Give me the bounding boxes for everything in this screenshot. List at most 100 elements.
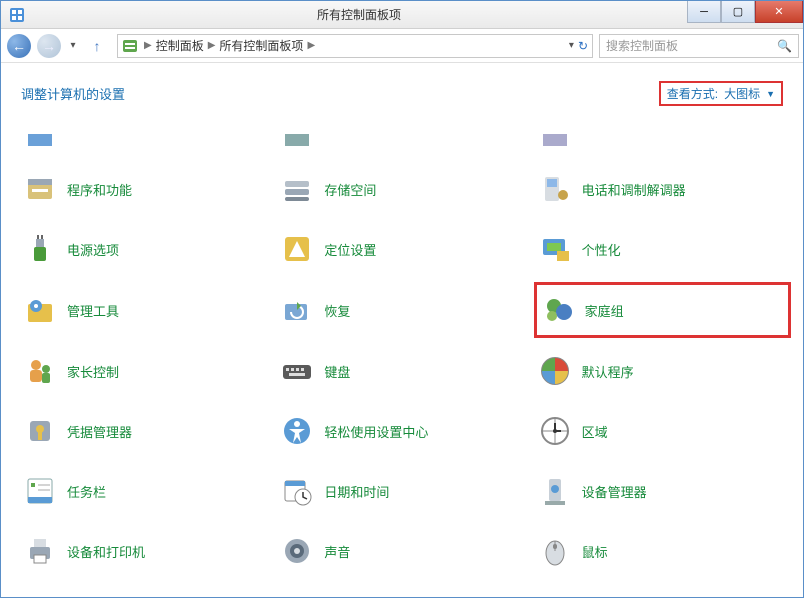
notification-icon — [281, 595, 313, 597]
item-label: 存储空间 — [324, 180, 376, 199]
chevron-icon: ▶ — [305, 40, 317, 51]
homegroup-icon — [542, 294, 574, 326]
address-icon — [122, 38, 138, 54]
minimize-button[interactable]: ─ — [687, 1, 721, 23]
chevron-down-icon: ▼ — [766, 89, 775, 99]
cp-item-device-manager[interactable]: 设备管理器 — [536, 470, 783, 512]
items-grid: 程序和功能 存储空间 电话和调制解调器 电源选项 定位设置 个性化 管理工具 恢… — [21, 132, 783, 597]
cp-item-sound[interactable]: 声音 — [278, 530, 525, 572]
cp-item-taskbar[interactable]: 任务栏 — [21, 470, 268, 512]
cp-item-sync-center[interactable]: 同步中心 — [536, 590, 783, 597]
search-input[interactable]: 搜索控制面板 🔍 — [599, 34, 799, 58]
cp-item-notification-icons[interactable]: 通知区域图标 — [278, 590, 525, 597]
address-bar[interactable]: ▶ 控制面板 ▶ 所有控制面板项 ▶ ▾ ↻ — [117, 34, 593, 58]
window-title: 所有控制面板项 — [31, 6, 687, 23]
programs-icon — [24, 173, 56, 205]
cp-item-power-options[interactable]: 电源选项 — [21, 228, 268, 270]
history-dropdown[interactable]: ▾ — [65, 40, 81, 51]
cp-item-devices-printers[interactable]: 设备和打印机 — [21, 530, 268, 572]
cp-item-partial[interactable] — [278, 132, 525, 150]
item-label: 鼠标 — [582, 542, 608, 561]
item-label: 轻松使用设置中心 — [324, 422, 428, 441]
cp-item-location[interactable]: 定位设置 — [278, 228, 525, 270]
close-button[interactable]: ✕ — [755, 1, 803, 23]
item-label: 恢复 — [324, 301, 350, 320]
control-panel-icon — [9, 7, 25, 23]
forward-button[interactable]: → — [35, 32, 63, 60]
location-icon — [281, 233, 313, 265]
chevron-icon: ▶ — [142, 40, 154, 51]
item-label: 程序和功能 — [67, 180, 132, 199]
refresh-button[interactable]: ↻ — [578, 39, 588, 53]
search-placeholder: 搜索控制面板 — [606, 37, 678, 54]
cp-item-programs-features[interactable]: 程序和功能 — [21, 168, 268, 210]
cp-item-partial[interactable] — [536, 132, 783, 150]
cp-item-personalization[interactable]: 个性化 — [536, 228, 783, 270]
default-programs-icon — [539, 355, 571, 387]
indexing-icon — [24, 595, 56, 597]
personalization-icon — [539, 233, 571, 265]
cp-item-credential-manager[interactable]: 凭据管理器 — [21, 410, 268, 452]
cp-item-phone-modem[interactable]: 电话和调制解调器 — [536, 168, 783, 210]
breadcrumb-control-panel[interactable]: 控制面板 — [154, 37, 206, 54]
item-label: 电源选项 — [67, 240, 119, 259]
item-label: 日期和时间 — [324, 482, 389, 501]
view-mode-selector[interactable]: 查看方式: 大图标 ▼ — [659, 81, 783, 106]
item-label: 设备管理器 — [582, 482, 647, 501]
device-manager-icon — [539, 475, 571, 507]
titlebar: 所有控制面板项 ─ ▢ ✕ — [1, 1, 803, 29]
item-label: 键盘 — [324, 362, 350, 381]
window-buttons: ─ ▢ ✕ — [687, 1, 803, 28]
generic-icon — [539, 134, 571, 146]
generic-icon — [281, 134, 313, 146]
power-icon — [24, 233, 56, 265]
recovery-icon — [281, 294, 313, 326]
item-label: 默认程序 — [582, 362, 634, 381]
address-dropdown[interactable]: ▾ — [569, 40, 574, 51]
cp-item-recovery[interactable]: 恢复 — [278, 288, 525, 332]
mouse-icon — [539, 535, 571, 567]
cp-item-default-programs[interactable]: 默认程序 — [536, 350, 783, 392]
datetime-icon — [281, 475, 313, 507]
maximize-button[interactable]: ▢ — [721, 1, 755, 23]
cp-item-homegroup[interactable]: 家庭组 — [534, 282, 791, 338]
up-button[interactable]: ↑ — [83, 32, 111, 60]
item-label: 凭据管理器 — [67, 422, 132, 441]
item-label: 设备和打印机 — [67, 542, 145, 561]
keyboard-icon — [281, 355, 313, 387]
cp-item-parental-controls[interactable]: 家长控制 — [21, 350, 268, 392]
cp-item-date-time[interactable]: 日期和时间 — [278, 470, 525, 512]
item-label: 区域 — [582, 422, 608, 441]
cp-item-mouse[interactable]: 鼠标 — [536, 530, 783, 572]
chevron-icon: ▶ — [206, 40, 218, 51]
breadcrumb-all-items[interactable]: 所有控制面板项 — [217, 37, 305, 54]
item-label: 电话和调制解调器 — [582, 180, 686, 199]
cp-item-admin-tools[interactable]: 管理工具 — [21, 288, 268, 332]
cp-item-keyboard[interactable]: 键盘 — [278, 350, 525, 392]
taskbar-icon — [24, 475, 56, 507]
cp-item-storage-spaces[interactable]: 存储空间 — [278, 168, 525, 210]
admin-tools-icon — [24, 294, 56, 326]
item-label: 管理工具 — [67, 301, 119, 320]
phone-icon — [539, 173, 571, 205]
storage-icon — [281, 173, 313, 205]
region-icon — [539, 415, 571, 447]
cp-item-region[interactable]: 区域 — [536, 410, 783, 452]
item-label: 声音 — [324, 542, 350, 561]
content-header: 调整计算机的设置 查看方式: 大图标 ▼ — [21, 81, 783, 106]
view-label: 查看方式: — [667, 85, 718, 102]
navbar: ← → ▾ ↑ ▶ 控制面板 ▶ 所有控制面板项 ▶ ▾ ↻ 搜索控制面板 🔍 — [1, 29, 803, 63]
sync-icon — [539, 595, 571, 597]
cp-item-indexing-options[interactable]: 索引选项 — [21, 590, 268, 597]
generic-icon — [24, 134, 56, 146]
ease-of-access-icon — [281, 415, 313, 447]
item-label: 任务栏 — [67, 482, 106, 501]
view-value: 大图标 — [724, 85, 760, 102]
cp-item-partial[interactable] — [21, 132, 268, 150]
cp-item-ease-of-access[interactable]: 轻松使用设置中心 — [278, 410, 525, 452]
item-label: 个性化 — [582, 240, 621, 259]
item-label: 家长控制 — [67, 362, 119, 381]
back-button[interactable]: ← — [5, 32, 33, 60]
credential-icon — [24, 415, 56, 447]
search-icon: 🔍 — [777, 39, 792, 53]
